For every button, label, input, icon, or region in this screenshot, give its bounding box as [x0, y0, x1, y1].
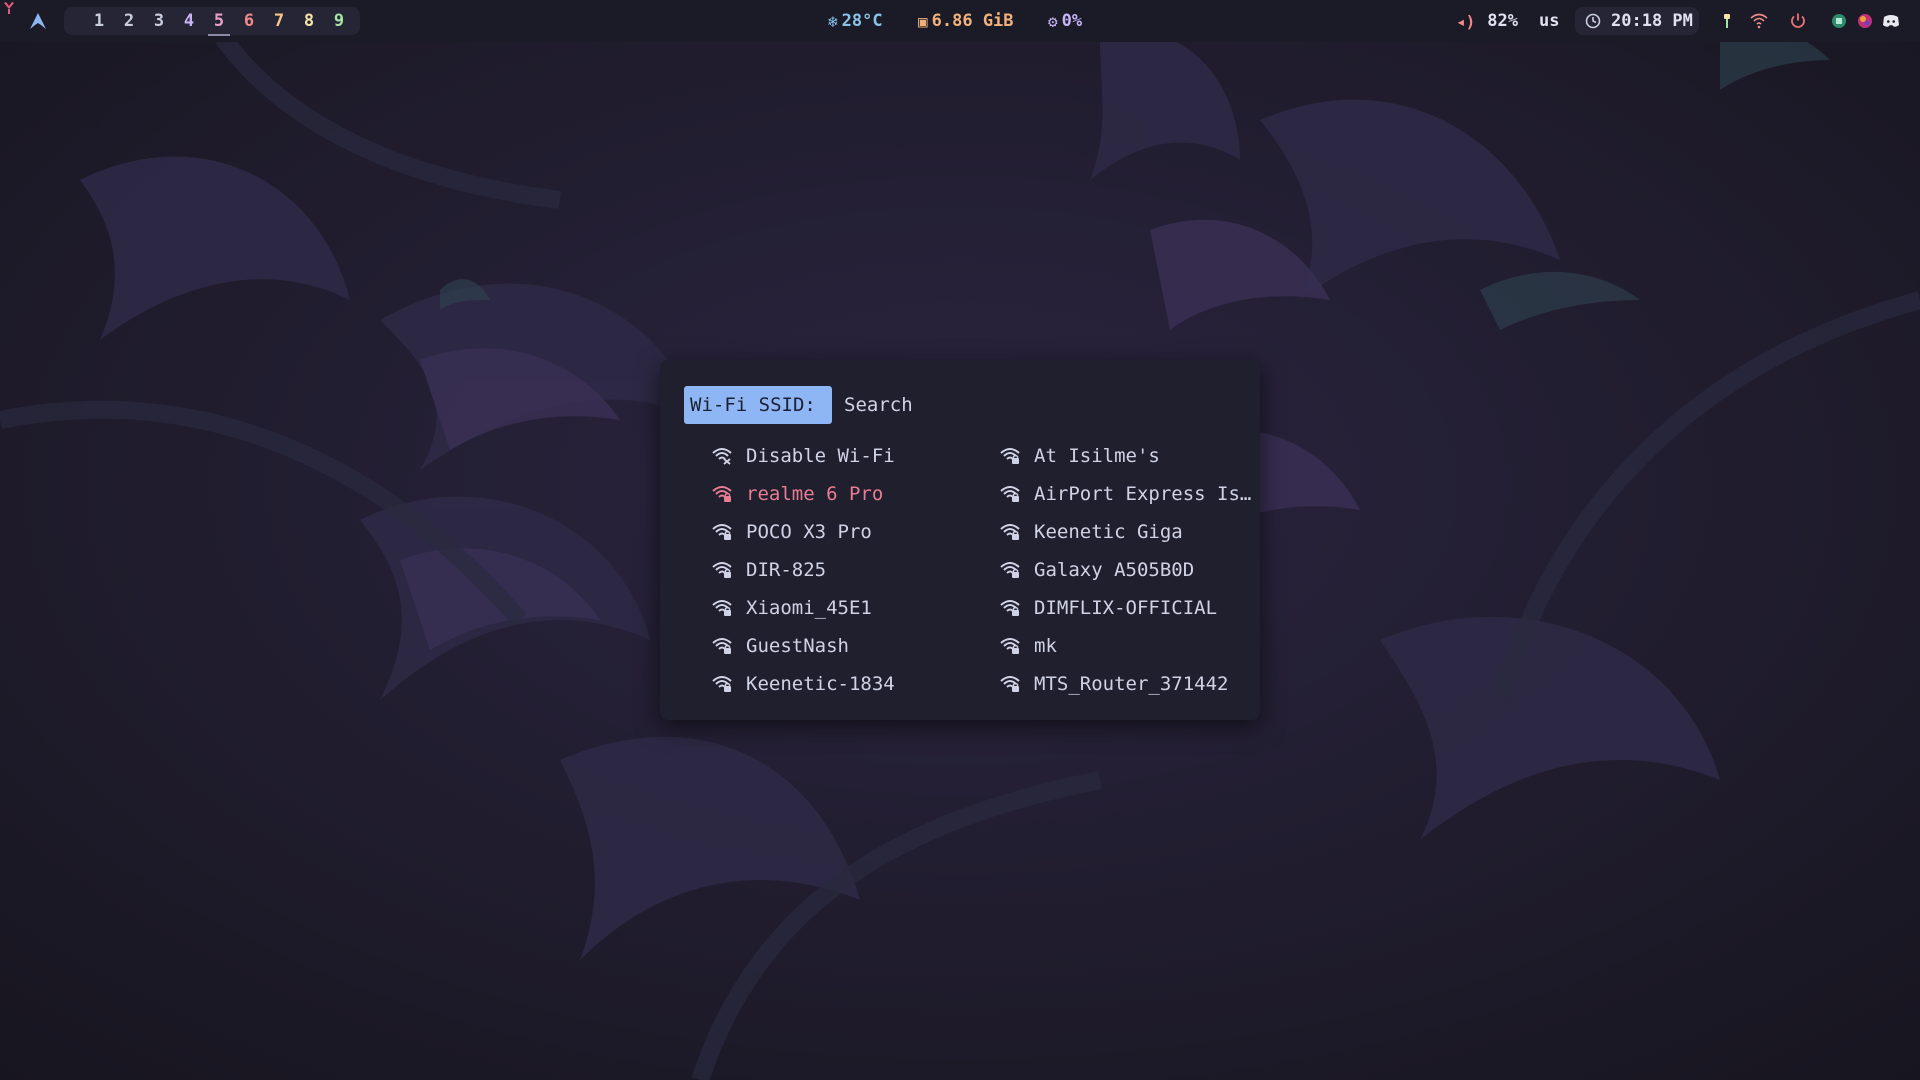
power-icon[interactable]	[1789, 7, 1807, 35]
workspace-button-9[interactable]: 9	[324, 11, 354, 31]
wifi-network-label: MTS_Router_371442	[1034, 673, 1229, 695]
workspace-switcher: 123456789	[64, 7, 360, 36]
wifi-network-item[interactable]: Galaxy A505B0D	[1000, 554, 1270, 586]
discord-icon[interactable]	[1882, 7, 1900, 35]
cpu-value: 0%	[1061, 11, 1083, 31]
speaker-icon: ◂)	[1456, 11, 1476, 31]
volume-value: 82%	[1487, 11, 1518, 31]
wifi-network-label: Keenetic-1834	[746, 673, 895, 695]
wifi-lock-icon	[712, 486, 732, 502]
memory-chip-icon: ▣	[918, 11, 928, 31]
wifi-network-item[interactable]: DIMFLIX-OFFICIAL	[1000, 592, 1270, 624]
wifi-network-label: Xiaomi_45E1	[746, 597, 872, 619]
wifi-network-item[interactable]: MTS_Router_371442	[1000, 668, 1270, 700]
corner-logo-icon	[4, 2, 14, 14]
wifi-network-label: DIR-825	[746, 559, 827, 581]
wifi-lock-icon	[712, 524, 732, 540]
wifi-network-item[interactable]: At Isilme's	[1000, 440, 1270, 472]
cpu-icon: ⚙	[1048, 11, 1058, 31]
workspace-button-3[interactable]: 3	[144, 11, 174, 31]
workspace-button-2[interactable]: 2	[114, 11, 144, 31]
wifi-lock-icon	[712, 638, 732, 654]
clock[interactable]: 20:18 PM	[1575, 7, 1699, 35]
workspace-button-7[interactable]: 7	[264, 11, 294, 31]
keyboard-layout[interactable]: us	[1539, 7, 1559, 35]
wifi-lock-icon	[1000, 638, 1020, 654]
workspace-button-8[interactable]: 8	[294, 11, 324, 31]
wifi-network-menu: Wi-Fi SSID: Disable Wi-Fi realme 6 Pro POC…	[660, 360, 1260, 720]
wifi-network-item[interactable]: AirPort Express Is…	[1000, 478, 1270, 510]
workspace-button-1[interactable]: 1	[84, 11, 114, 31]
memory-indicator: ▣ 6.86 GiB	[918, 7, 1014, 35]
wifi-network-label: POCO X3 Pro	[746, 521, 872, 543]
wifi-network-label: Galaxy A505B0D	[1034, 559, 1195, 581]
wifi-off-icon	[712, 448, 732, 465]
wifi-network-label: At Isilme's	[1034, 445, 1160, 467]
wifi-network-label: realme 6 Pro	[746, 483, 884, 505]
volume-indicator[interactable]: ◂) 82%	[1456, 7, 1518, 35]
app-tray-icon[interactable]	[1830, 7, 1848, 35]
clock-icon	[1585, 13, 1601, 29]
wifi-network-item[interactable]: Keenetic-1834	[712, 668, 982, 700]
workspace-button-6[interactable]: 6	[234, 11, 264, 31]
wifi-network-label: DIMFLIX-OFFICIAL	[1034, 597, 1218, 619]
workspace-button-5[interactable]: 5	[204, 11, 234, 36]
wifi-lock-icon	[712, 562, 732, 578]
wifi-lock-icon	[1000, 486, 1020, 502]
arch-logo-icon[interactable]	[28, 7, 48, 35]
wifi-network-item[interactable]: Xiaomi_45E1	[712, 592, 982, 624]
wifi-network-item[interactable]: Keenetic Giga	[1000, 516, 1270, 548]
wifi-network-item[interactable]: POCO X3 Pro	[712, 516, 982, 548]
clock-time: 20:18 PM	[1611, 11, 1693, 31]
torch-icon[interactable]	[1718, 7, 1736, 35]
wifi-ssid-prompt: Wi-Fi SSID:	[684, 386, 832, 424]
workspace-button-4[interactable]: 4	[174, 11, 204, 31]
search-input[interactable]	[844, 386, 1224, 424]
wifi-network-item[interactable]: Disable Wi-Fi	[712, 440, 982, 472]
wifi-network-label: Keenetic Giga	[1034, 521, 1183, 543]
colorful-app-icon[interactable]	[1856, 7, 1874, 35]
memory-value: 6.86 GiB	[931, 11, 1014, 31]
wifi-network-item[interactable]: mk	[1000, 630, 1270, 662]
wifi-network-label: GuestNash	[746, 635, 849, 657]
wifi-lock-icon	[712, 600, 732, 616]
wifi-lock-icon	[1000, 562, 1020, 578]
wifi-lock-icon	[1000, 524, 1020, 540]
wifi-lock-icon	[712, 676, 732, 692]
wifi-network-label: AirPort Express Is…	[1034, 483, 1252, 505]
wifi-network-item[interactable]: DIR-825	[712, 554, 982, 586]
wifi-lock-icon	[1000, 676, 1020, 692]
top-status-bar: 123456789 ❄ 28°C ▣ 6.86 GiB ⚙ 0% ◂) 82% …	[0, 0, 1920, 42]
wifi-lock-icon	[1000, 600, 1020, 616]
temperature-indicator: ❄ 28°C	[828, 7, 883, 35]
wifi-network-label: mk	[1034, 635, 1057, 657]
wifi-lock-icon	[1000, 448, 1020, 464]
wifi-network-item[interactable]: realme 6 Pro	[712, 478, 982, 510]
cpu-indicator: ⚙ 0%	[1048, 7, 1082, 35]
snowflake-icon: ❄	[828, 11, 838, 31]
wifi-network-item[interactable]: GuestNash	[712, 630, 982, 662]
wifi-icon[interactable]	[1750, 7, 1768, 35]
temperature-value: 28°C	[841, 11, 883, 31]
wifi-network-label: Disable Wi-Fi	[746, 445, 895, 467]
keyboard-layout-value: us	[1539, 11, 1560, 31]
